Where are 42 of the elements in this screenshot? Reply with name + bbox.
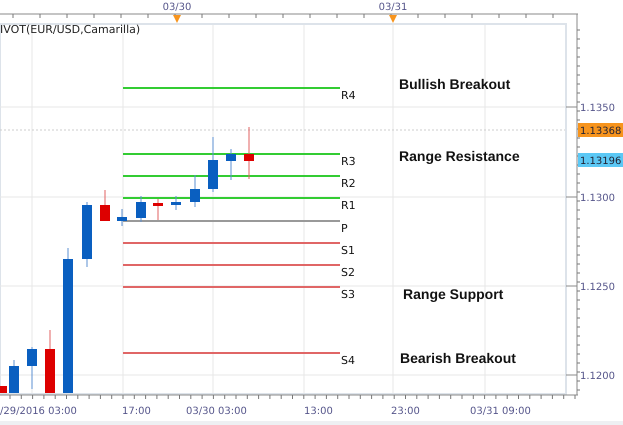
price-label: 1.1200: [580, 371, 615, 382]
time-label: /29/2016 03:00: [0, 406, 77, 417]
price-badge-label: 1.13196: [580, 156, 622, 167]
candle: [208, 136, 218, 192]
candle: [27, 346, 37, 390]
pivot-label: S1: [341, 244, 355, 257]
pivot-label: P: [341, 222, 348, 235]
indicator-title: IVOT(EUR/USD,Camarilla): [0, 23, 140, 36]
date-label: 03/31: [378, 2, 408, 13]
price-label: 1.1350: [580, 103, 615, 114]
candle: [0, 386, 7, 394]
pivot-label: S3: [341, 288, 355, 301]
candle: [82, 202, 92, 268]
pivot-label: R4: [341, 89, 356, 102]
time-label: 03/31 09:00: [470, 406, 531, 417]
candle: [100, 190, 110, 222]
candle: [244, 126, 254, 180]
time-label: 23:00: [391, 406, 420, 417]
candle: [153, 198, 163, 220]
price-badge-label: 1.13368: [580, 126, 622, 137]
candle: [136, 196, 146, 222]
candle: [226, 148, 236, 180]
annotation-label: Bearish Breakout: [400, 350, 516, 366]
pivot-label: S2: [341, 266, 355, 279]
candle: [9, 360, 19, 394]
candle: [117, 208, 127, 226]
pivot-label: R2: [341, 177, 356, 190]
date-label: 03/30: [162, 2, 192, 13]
annotation-label: Range Resistance: [399, 148, 520, 164]
candle: [45, 330, 55, 394]
time-label: 13:00: [304, 406, 333, 417]
pivot-label: S4: [341, 354, 355, 367]
time-label: 17:00: [122, 406, 151, 417]
price-label: 1.1250: [580, 282, 615, 293]
price-label: 1.1300: [580, 193, 615, 204]
pivot-label: R1: [341, 199, 356, 212]
candle: [171, 196, 181, 210]
annotation-label: Bullish Breakout: [399, 76, 510, 92]
annotation-label: Range Support: [403, 286, 504, 302]
time-label: 03/30 03:00: [186, 406, 247, 417]
pivot-label: R3: [341, 155, 356, 168]
candle: [190, 174, 200, 208]
